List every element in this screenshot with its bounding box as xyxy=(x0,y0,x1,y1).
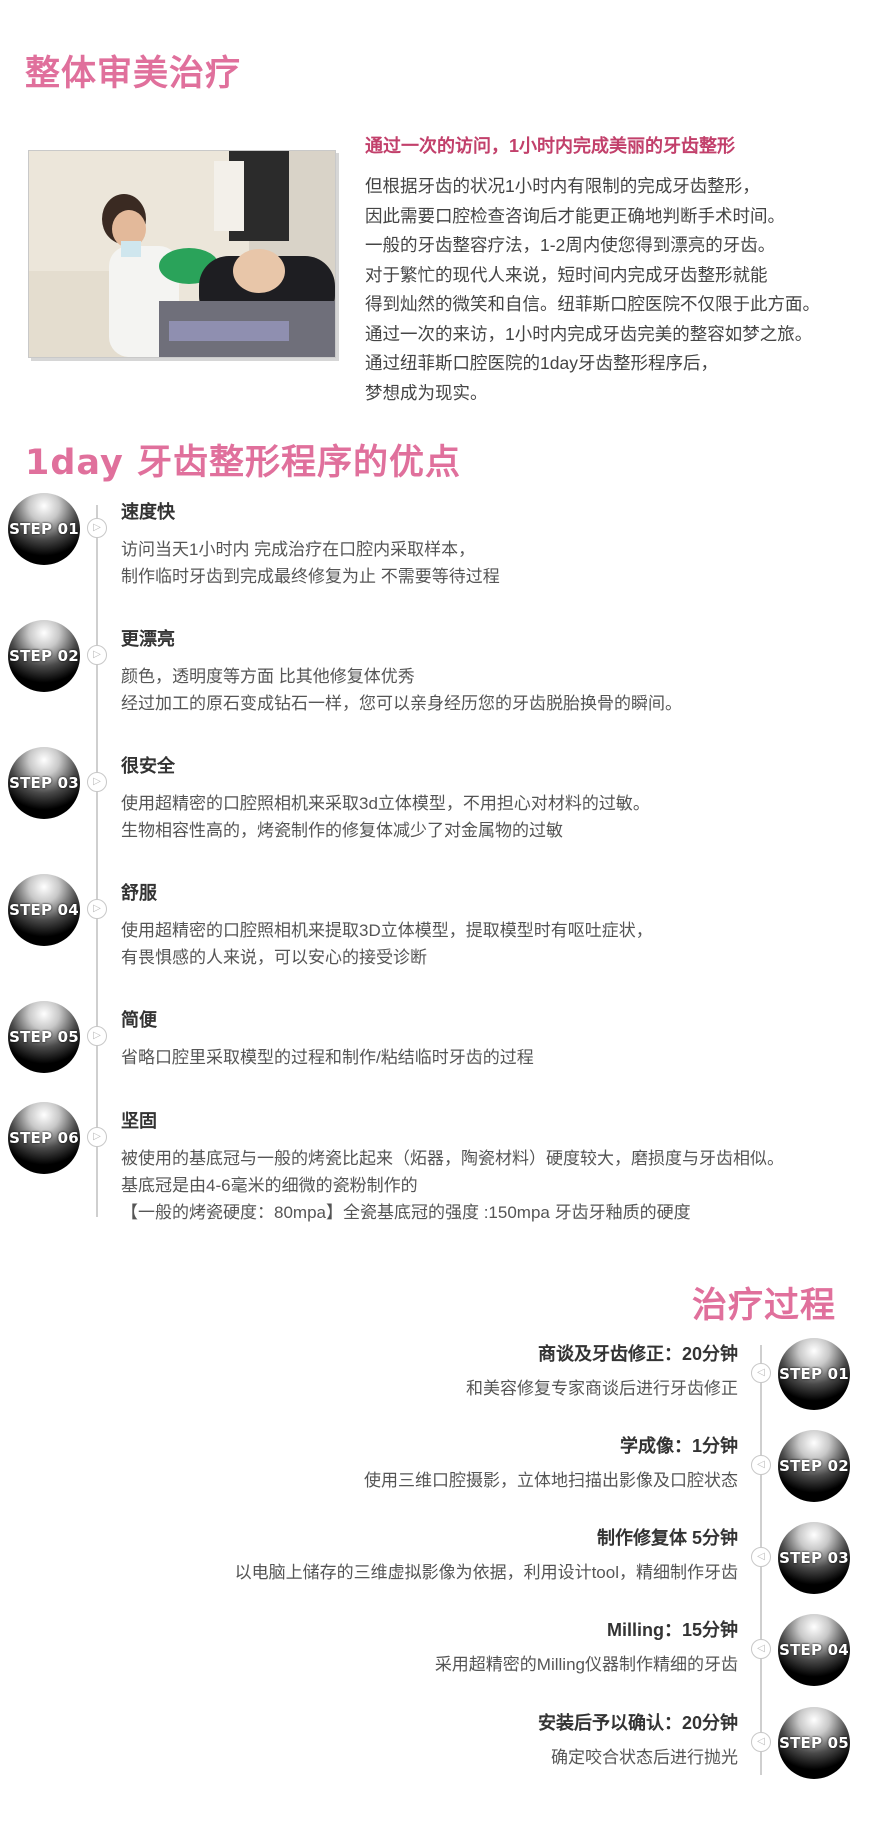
intro-line: 一般的牙齿整容疗法，1-2周内使您得到漂亮的牙齿。 xyxy=(365,235,776,255)
step-desc-line: 使用超精密的口腔照相机来采取3d立体模型，不用担心对材料的过敏。 xyxy=(121,794,650,813)
step-badge: STEP 02 xyxy=(778,1430,850,1502)
step-desc: 颜色，透明度等方面 比其他修复体优秀 经过加工的原石变成钻石一样，您可以亲身经历… xyxy=(121,663,682,717)
step-badge: STEP 01 xyxy=(778,1338,850,1410)
step-desc: 被使用的基底冠与一般的烤瓷比起来（炻器，陶瓷材料）硬度较大，磨损度与牙齿相似。 … xyxy=(121,1145,784,1226)
chevron-left-icon: ◁ xyxy=(751,1455,771,1475)
chevron-right-icon: ▷ xyxy=(87,899,107,919)
step-desc-line: 基底冠是由4-6毫米的细微的瓷粉制作的 xyxy=(121,1176,418,1195)
intro-line: 对于繁忙的现代人来说，短时间内完成牙齿整形就能 xyxy=(365,264,768,285)
intro-body: 但根据牙齿的状况1小时内有限制的完成牙齿整形， 因此需要口腔检查咨询后才能更正确… xyxy=(365,172,865,408)
chevron-left-icon: ◁ xyxy=(751,1547,771,1567)
step-title: 很安全 xyxy=(121,756,175,776)
process-desc: 以电脑上储存的三维虚拟影像为依据，利用设计tool，精细制作牙齿 xyxy=(234,1563,738,1582)
chevron-right-icon: ▷ xyxy=(87,1026,107,1046)
intro-line: 因此需要口腔检查咨询后才能更正确地判断手术时间。 xyxy=(365,205,785,226)
step-badge: STEP 05 xyxy=(778,1707,850,1779)
chevron-left-icon: ◁ xyxy=(751,1732,771,1752)
step-badge: STEP 02 xyxy=(8,620,80,692)
intro-title: 通过一次的访问，1小时内完成美丽的牙齿整形 xyxy=(365,136,736,156)
intro-line: 通过一次的来访，1小时内完成牙齿完美的整容如梦之旅。 xyxy=(365,323,813,344)
process-title: 商谈及牙齿修正：20分钟 xyxy=(537,1344,738,1364)
step-badge: STEP 06 xyxy=(8,1102,80,1174)
step-badge: STEP 04 xyxy=(8,874,80,946)
timeline-line xyxy=(96,505,98,1217)
step-desc-line: 被使用的基底冠与一般的烤瓷比起来（炻器，陶瓷材料）硬度较大，磨损度与牙齿相似。 xyxy=(121,1149,784,1168)
step-title: 舒服 xyxy=(121,883,157,903)
step-desc-line: 颜色，透明度等方面 比其他修复体优秀 xyxy=(121,667,415,686)
step-desc-line: 制作临时牙齿到完成最终修复为止 不需要等待过程 xyxy=(121,567,500,586)
chevron-right-icon: ▷ xyxy=(87,645,107,665)
step-desc-line: 使用超精密的口腔照相机来提取3D立体模型，提取模型时有呕吐症状， xyxy=(121,921,653,940)
chevron-right-icon: ▷ xyxy=(87,772,107,792)
step-title: 更漂亮 xyxy=(121,629,175,649)
process-desc: 采用超精密的Milling仪器制作精细的牙齿 xyxy=(434,1655,738,1674)
process-title: Milling：15分钟 xyxy=(606,1620,738,1640)
step-desc-line: 生物相容性高的，烤瓷制作的修复体减少了对金属物的过敏 xyxy=(121,821,563,840)
process-title: 安装后予以确认：20分钟 xyxy=(537,1713,738,1733)
step-desc: 省略口腔里采取模型的过程和制作/粘结临时牙齿的过程 xyxy=(121,1044,534,1071)
step-desc-line: 有畏惧感的人来说，可以安心的接受诊断 xyxy=(121,948,427,967)
step-title: 坚固 xyxy=(121,1111,157,1131)
step-badge: STEP 05 xyxy=(8,1001,80,1073)
process-desc: 和美容修复专家商谈后进行牙齿修正 xyxy=(466,1379,738,1398)
step-desc: 使用超精密的口腔照相机来提取3D立体模型，提取模型时有呕吐症状， 有畏惧感的人来… xyxy=(121,917,653,971)
step-desc-line: 【一般的烤瓷硬度：80mpa】全瓷基底冠的强度 :150mpa 牙齿牙釉质的硬度 xyxy=(121,1203,691,1222)
step-title: 简便 xyxy=(121,1010,157,1030)
step-badge: STEP 01 xyxy=(8,493,80,565)
process-desc: 使用三维口腔摄影，立体地扫描出影像及口腔状态 xyxy=(364,1471,738,1490)
chevron-left-icon: ◁ xyxy=(751,1639,771,1659)
section-heading-aesthetic: 整体审美治疗 xyxy=(25,54,242,94)
process-title: 学成像：1分钟 xyxy=(619,1436,738,1456)
dental-treatment-photo xyxy=(28,150,336,358)
step-desc: 使用超精密的口腔照相机来采取3d立体模型，不用担心对材料的过敏。 生物相容性高的… xyxy=(121,790,650,844)
intro-line: 通过纽菲斯口腔医院的1day牙齿整形程序后， xyxy=(365,353,718,373)
step-badge: STEP 03 xyxy=(778,1522,850,1594)
chevron-left-icon: ◁ xyxy=(751,1363,771,1383)
step-desc-line: 省略口腔里采取模型的过程和制作/粘结临时牙齿的过程 xyxy=(121,1048,534,1067)
process-desc: 确定咬合状态后进行抛光 xyxy=(551,1748,738,1767)
process-title: 制作修复体 5分钟 xyxy=(596,1528,738,1548)
intro-line: 梦想成为现实。 xyxy=(365,382,488,403)
step-badge: STEP 04 xyxy=(778,1614,850,1686)
chevron-right-icon: ▷ xyxy=(87,1127,107,1147)
step-desc-line: 访问当天1小时内 完成治疗在口腔内采取样本， xyxy=(121,540,476,559)
step-title: 速度快 xyxy=(121,502,175,522)
step-desc: 访问当天1小时内 完成治疗在口腔内采取样本， 制作临时牙齿到完成最终修复为止 不… xyxy=(121,536,500,590)
step-badge: STEP 03 xyxy=(8,747,80,819)
section-heading-process: 治疗过程 xyxy=(691,1286,836,1326)
intro-line: 得到灿然的微笑和自信。纽菲斯口腔医院不仅限于此方面。 xyxy=(365,294,820,314)
chevron-right-icon: ▷ xyxy=(87,518,107,538)
step-desc-line: 经过加工的原石变成钻石一样，您可以亲身经历您的牙齿脱胎换骨的瞬间。 xyxy=(121,694,682,713)
section-heading-advantages: 1day 牙齿整形程序的优点 xyxy=(25,443,461,483)
intro-line: 但根据牙齿的状况1小时内有限制的完成牙齿整形， xyxy=(365,176,760,196)
